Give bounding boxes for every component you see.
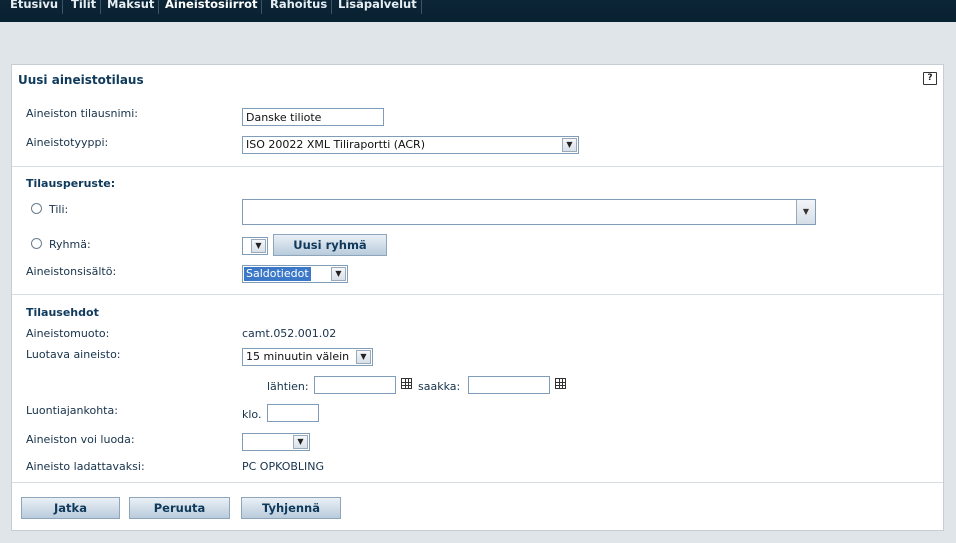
chevron-down-icon: ▼ bbox=[251, 239, 266, 253]
from-label: lähtien: bbox=[267, 380, 309, 393]
top-navigation: Etusivu Tilit Maksut Aineistosiirrot Rah… bbox=[0, 0, 956, 22]
basis-section-title: Tilausperuste: bbox=[26, 177, 116, 190]
format-value: camt.052.001.02 bbox=[242, 327, 337, 340]
content-select[interactable]: Saldotiedot ▼ bbox=[242, 265, 348, 283]
panel-title: Uusi aineistotilaus bbox=[18, 73, 144, 87]
group-radio[interactable] bbox=[31, 238, 42, 249]
chevron-down-icon: ▼ bbox=[293, 435, 308, 449]
time-input[interactable] bbox=[267, 404, 319, 422]
nav-item-lisapalvelut[interactable]: Lisäpalvelut bbox=[334, 0, 422, 14]
terms-section-title: Tilausehdot bbox=[26, 306, 99, 319]
from-date-input[interactable] bbox=[314, 376, 396, 394]
downloadable-label: Aineisto ladattavaksi: bbox=[26, 460, 145, 473]
chevron-down-icon: ▼ bbox=[562, 138, 577, 152]
can-create-label: Aineiston voi luoda: bbox=[26, 433, 135, 446]
continue-button[interactable]: Jatka bbox=[21, 497, 120, 519]
group-label: Ryhmä: bbox=[49, 238, 91, 251]
created-label: Luotava aineisto: bbox=[26, 348, 121, 361]
nav-item-maksut[interactable]: Maksut bbox=[103, 0, 160, 14]
downloadable-value: PC OPKOBLING bbox=[242, 460, 325, 473]
cancel-button[interactable]: Peruuta bbox=[129, 497, 230, 519]
content-label: Aineistonsisältö: bbox=[26, 265, 117, 278]
calendar-icon[interactable] bbox=[555, 378, 566, 389]
created-interval-value: 15 minuutin välein bbox=[246, 350, 350, 363]
content-value: Saldotiedot bbox=[244, 267, 311, 281]
account-radio[interactable] bbox=[31, 203, 42, 214]
order-name-label: Aineiston tilausnimi: bbox=[26, 107, 138, 120]
to-label: saakka: bbox=[418, 380, 461, 393]
created-interval-select[interactable]: 15 minuutin välein ▼ bbox=[242, 348, 373, 366]
time-label: Luontiajankohta: bbox=[26, 404, 118, 417]
chevron-down-icon[interactable]: ▼ bbox=[796, 200, 815, 224]
order-name-input[interactable]: Danske tiliote bbox=[242, 108, 384, 126]
calendar-icon[interactable] bbox=[401, 378, 412, 389]
section-divider bbox=[12, 166, 943, 167]
account-combobox[interactable]: ▼ bbox=[242, 199, 816, 225]
nav-item-etusivu[interactable]: Etusivu bbox=[6, 0, 64, 14]
material-type-label: Aineistotyyppi: bbox=[26, 136, 109, 149]
nav-item-aineistosiirrot[interactable]: Aineistosiirrot bbox=[161, 0, 263, 14]
material-type-select[interactable]: ISO 20022 XML Tiliraportti (ACR) ▼ bbox=[242, 136, 579, 154]
time-prefix: klo. bbox=[242, 408, 262, 421]
chevron-down-icon: ▼ bbox=[331, 267, 346, 281]
group-select[interactable]: ▼ bbox=[242, 237, 268, 255]
format-label: Aineistomuoto: bbox=[26, 327, 110, 340]
material-type-value: ISO 20022 XML Tiliraportti (ACR) bbox=[246, 138, 425, 151]
section-divider bbox=[12, 482, 943, 483]
nav-item-tilit[interactable]: Tilit bbox=[67, 0, 102, 14]
new-group-button[interactable]: Uusi ryhmä bbox=[273, 234, 387, 256]
nav-item-rahoitus[interactable]: Rahoitus bbox=[266, 0, 333, 14]
to-date-input[interactable] bbox=[468, 376, 550, 394]
can-create-select[interactable]: ▼ bbox=[242, 433, 310, 451]
clear-button[interactable]: Tyhjennä bbox=[241, 497, 341, 519]
order-form-panel: Uusi aineistotilaus ? Aineiston tilausni… bbox=[11, 64, 944, 531]
account-label: Tili: bbox=[49, 203, 69, 216]
section-divider bbox=[12, 294, 943, 295]
help-icon[interactable]: ? bbox=[923, 72, 937, 85]
chevron-down-icon: ▼ bbox=[356, 350, 371, 364]
